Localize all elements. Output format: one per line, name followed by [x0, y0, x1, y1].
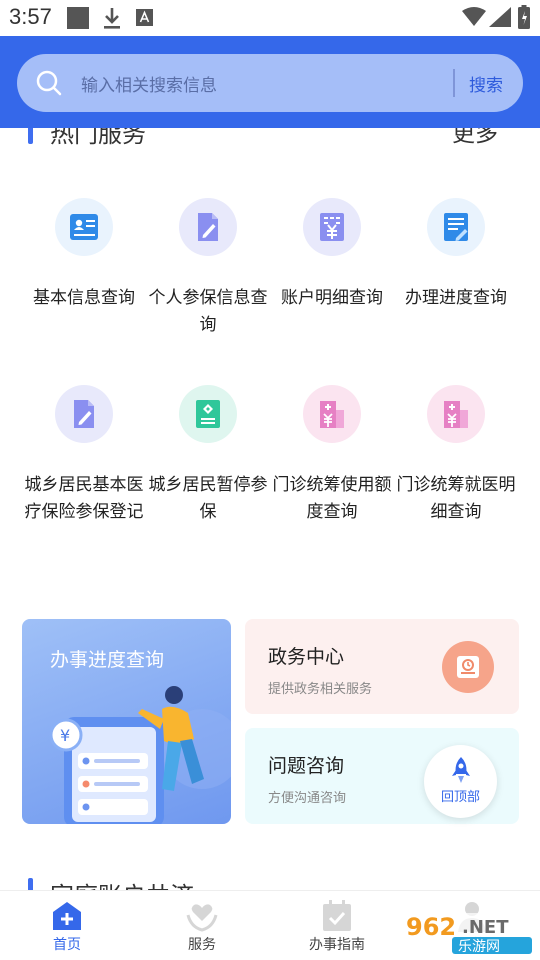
- nav-services[interactable]: 服务: [152, 891, 252, 960]
- more-link[interactable]: 更多: [452, 128, 498, 148]
- service-label: 办理进度查询: [405, 288, 507, 308]
- service-item-basic-info[interactable]: 基本信息查询: [22, 198, 146, 312]
- account-ledger-icon: [303, 198, 361, 256]
- rocket-icon: [452, 757, 470, 783]
- service-label: 城乡居民基本医疗保险参保登记: [24, 475, 144, 522]
- service-label: 账户明细查询: [281, 288, 383, 308]
- section-accent-bar: [28, 128, 33, 144]
- hospital-yuan-icon: [427, 385, 485, 443]
- site-watermark-logo: 962 .NET 乐游网: [402, 913, 533, 955]
- status-time: 3:57: [9, 4, 52, 29]
- service-item-outpatient-quota[interactable]: 门诊统筹使用额度查询: [270, 385, 394, 526]
- status-bar: 3:57: [0, 0, 540, 36]
- back-to-top-label: 回顶部: [440, 790, 480, 805]
- search-icon: [36, 70, 62, 96]
- service-item-resident-register[interactable]: 城乡居民基本医疗保险参保登记: [22, 385, 146, 526]
- service-item-progress[interactable]: 办理进度查询: [394, 198, 518, 312]
- calendar-check-icon: [323, 900, 351, 931]
- battery-icon: [518, 5, 530, 29]
- nav-label: 办事指南: [309, 937, 365, 953]
- card-title: 政务中心: [268, 646, 345, 668]
- document-edit-icon: [55, 385, 113, 443]
- card-subtitle: 提供政务相关服务: [268, 682, 373, 697]
- home-plus-icon: [53, 902, 81, 930]
- svg-text:962: 962: [406, 913, 456, 941]
- hospital-yuan-icon: [303, 385, 361, 443]
- id-card-icon: [55, 198, 113, 256]
- search-bar[interactable]: 输入相关搜索信息 搜索: [17, 54, 523, 112]
- nav-label: 首页: [53, 937, 81, 953]
- gov-center-card[interactable]: 政务中心 提供政务相关服务: [245, 619, 519, 714]
- service-label: 门诊统筹就医明细查询: [396, 475, 516, 522]
- download-icon: [104, 8, 120, 29]
- service-label: 城乡居民暂停参保: [148, 475, 268, 522]
- gov-badge-icon: [442, 641, 494, 693]
- notification-square-icon: [67, 7, 89, 29]
- signal-icon: [489, 7, 511, 27]
- progress-illustration: ¥: [49, 686, 231, 824]
- hot-services-header: 热门服务 更多: [0, 128, 540, 150]
- search-input[interactable]: 输入相关搜索信息: [81, 71, 217, 96]
- a-icon: [136, 9, 153, 26]
- service-item-outpatient-detail[interactable]: 门诊统筹就医明细查询: [394, 385, 518, 526]
- section-title: 家庭账户共济: [50, 876, 194, 890]
- service-label: 基本信息查询: [33, 288, 135, 308]
- service-label: 门诊统筹使用额度查询: [272, 475, 392, 522]
- progress-query-card[interactable]: 办事进度查询 ¥: [22, 619, 231, 824]
- document-edit-icon: [179, 198, 237, 256]
- heart-hand-icon: [186, 904, 218, 932]
- app-header: 输入相关搜索信息 搜索: [0, 36, 540, 128]
- nav-guide[interactable]: 办事指南: [287, 891, 387, 960]
- svg-text:乐游网: 乐游网: [458, 939, 500, 955]
- section-title: 热门服务: [50, 128, 146, 148]
- section-accent-bar: [28, 878, 33, 890]
- nav-home[interactable]: 首页: [17, 891, 117, 960]
- service-item-resident-pause[interactable]: 城乡居民暂停参保: [146, 385, 270, 526]
- card-title: 办事进度查询: [50, 649, 165, 671]
- svg-text:.NET: .NET: [462, 917, 509, 938]
- service-label: 个人参保信息查询: [148, 288, 268, 335]
- nav-label: 服务: [188, 937, 216, 953]
- search-button[interactable]: 搜索: [469, 71, 503, 96]
- card-title: 问题咨询: [268, 755, 345, 777]
- wifi-icon: [462, 7, 486, 26]
- card-subtitle: 方便沟通咨询: [268, 791, 347, 806]
- progress-document-icon: [427, 198, 485, 256]
- service-item-account-detail[interactable]: 账户明细查询: [270, 198, 394, 312]
- service-item-personal-insurance[interactable]: 个人参保信息查询: [146, 198, 270, 339]
- back-to-top-button[interactable]: 回顶部: [424, 745, 497, 818]
- family-account-header: 家庭账户共济: [0, 870, 540, 890]
- search-divider: [453, 69, 455, 97]
- pause-insurance-icon: [179, 385, 237, 443]
- svg-text:¥: ¥: [60, 726, 70, 745]
